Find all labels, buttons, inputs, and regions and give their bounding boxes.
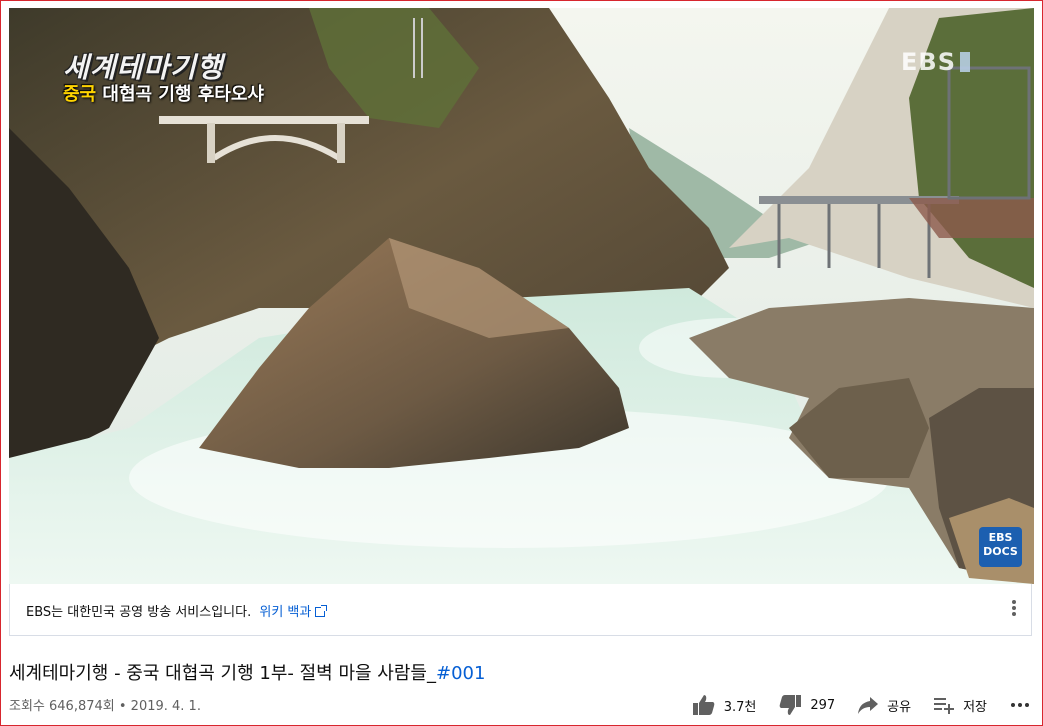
share-icon <box>858 697 879 714</box>
view-count: 조회수 646,874회 <box>9 699 115 714</box>
ebs-watermark-text: EBS <box>901 48 956 76</box>
share-label: 공유 <box>887 699 912 715</box>
ebs-watermark: EBS <box>901 48 970 76</box>
thumbs-up-icon <box>692 695 715 715</box>
wiki-link[interactable]: 위키 백과 <box>259 605 328 620</box>
upload-date: 2019. 4. 1. <box>130 699 201 714</box>
meta-separator: • <box>114 699 131 714</box>
like-button[interactable]: 3.7천 <box>692 694 757 716</box>
wiki-link-label[interactable]: 위키 백과 <box>259 605 311 620</box>
dislike-count: 297 <box>810 697 836 713</box>
video-player[interactable]: 세계테마기행 중국 대협곡 기행 후타오샤 EBS EBS DOCS <box>9 8 1034 584</box>
hashtag-link[interactable]: #001 <box>436 663 485 684</box>
like-count: 3.7천 <box>723 699 757 715</box>
external-link-icon <box>315 605 328 617</box>
info-description: EBS는 대한민국 공영 방송 서비스입니다. <box>26 605 252 620</box>
episode-caption-highlight: 중국 <box>63 84 97 105</box>
docs-badge-bottom: DOCS <box>983 545 1018 558</box>
video-meta: 조회수 646,874회 • 2019. 4. 1. <box>9 695 201 714</box>
ebs-docs-badge: EBS DOCS <box>979 527 1022 567</box>
more-horiz-icon[interactable] <box>1011 695 1029 715</box>
info-panel-text: EBS는 대한민국 공영 방송 서비스입니다. 위키 백과 <box>26 601 328 620</box>
playlist-add-icon <box>934 698 955 714</box>
video-title-text: 세계테마기행 - 중국 대협곡 기행 1부- 절벽 마을 사람들_ <box>9 663 436 684</box>
more-vert-icon[interactable] <box>1011 598 1017 620</box>
share-button[interactable]: 공유 <box>857 695 911 715</box>
ebs-watermark-bar <box>960 52 970 72</box>
video-title: 세계테마기행 - 중국 대협곡 기행 1부- 절벽 마을 사람들_#001 <box>9 659 485 685</box>
docs-badge-top: EBS <box>988 531 1013 544</box>
thumbs-down-icon <box>779 695 802 715</box>
dislike-button[interactable]: 297 <box>778 694 835 716</box>
save-label: 저장 <box>963 699 987 715</box>
episode-caption-text: 대협곡 기행 후타오샤 <box>102 84 264 105</box>
info-panel: EBS는 대한민국 공영 방송 서비스입니다. 위키 백과 <box>9 584 1032 636</box>
save-button[interactable]: 저장 <box>933 695 987 715</box>
episode-caption: 중국 대협곡 기행 후타오샤 <box>63 80 264 106</box>
action-bar: 3.7천 297 공유 저장 <box>670 694 1029 716</box>
